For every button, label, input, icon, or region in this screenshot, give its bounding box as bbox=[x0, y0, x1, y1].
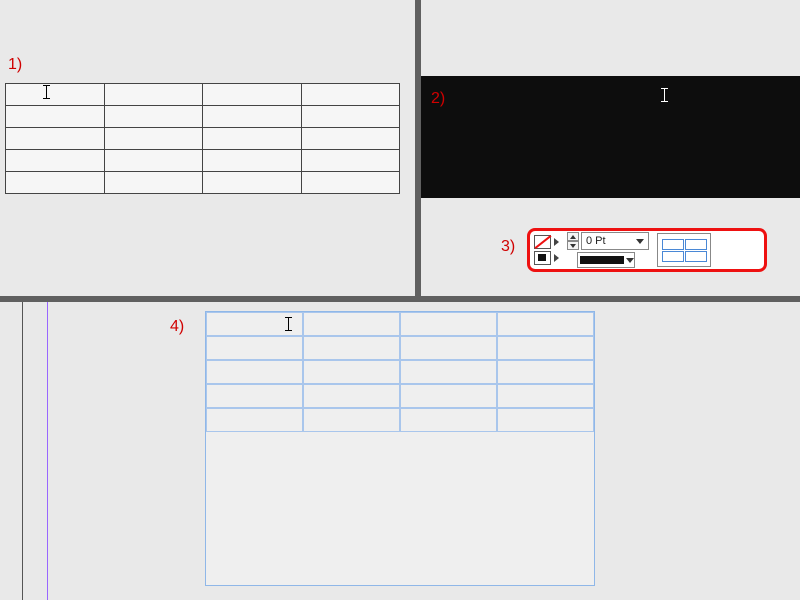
table-cell[interactable] bbox=[303, 336, 400, 360]
table-cell[interactable] bbox=[104, 84, 203, 106]
chevron-down-icon bbox=[626, 258, 634, 263]
table-cell[interactable] bbox=[203, 128, 302, 150]
panel-top-right: 2) 3) 0 Pt bbox=[421, 0, 800, 296]
selected-table[interactable]: 2) bbox=[421, 76, 800, 198]
chevron-down-icon bbox=[636, 239, 644, 244]
table-cell[interactable] bbox=[206, 312, 303, 336]
table-cell[interactable] bbox=[301, 84, 400, 106]
table-row bbox=[206, 336, 594, 360]
table-cell[interactable] bbox=[206, 360, 303, 384]
table-cell[interactable] bbox=[6, 172, 105, 194]
border-selection-grid[interactable] bbox=[657, 233, 711, 267]
table-cell[interactable] bbox=[497, 360, 594, 384]
spin-down-button[interactable] bbox=[567, 241, 579, 250]
margin-guide bbox=[47, 302, 48, 600]
chevron-up-icon bbox=[570, 235, 576, 239]
table-cell[interactable] bbox=[104, 128, 203, 150]
border-cell[interactable] bbox=[685, 251, 707, 262]
table-row bbox=[206, 408, 594, 432]
result-table-frame[interactable] bbox=[205, 311, 595, 586]
table-cell[interactable] bbox=[303, 384, 400, 408]
step-label-1: 1) bbox=[8, 56, 22, 74]
table-cell[interactable] bbox=[301, 172, 400, 194]
fill-stroke-swatches bbox=[534, 235, 559, 265]
table-cell[interactable] bbox=[301, 150, 400, 172]
table-cell[interactable] bbox=[400, 336, 497, 360]
border-cell[interactable] bbox=[662, 251, 684, 262]
result-table-rows bbox=[206, 312, 594, 432]
step-label-3: 3) bbox=[501, 238, 515, 256]
table-cell[interactable] bbox=[203, 150, 302, 172]
table-cell[interactable] bbox=[303, 360, 400, 384]
weight-spinner bbox=[567, 232, 579, 250]
table-row bbox=[206, 384, 594, 408]
text-cursor-icon bbox=[661, 88, 669, 102]
panel-top-left: 1) bbox=[0, 0, 415, 296]
fill-none-swatch[interactable] bbox=[534, 235, 551, 249]
table-cell[interactable] bbox=[301, 106, 400, 128]
vertical-divider bbox=[415, 0, 421, 296]
table-row bbox=[6, 128, 400, 150]
table-cell[interactable] bbox=[206, 408, 303, 432]
step-label-2: 2) bbox=[431, 90, 445, 108]
table-cell[interactable] bbox=[6, 150, 105, 172]
table-cell[interactable] bbox=[303, 312, 400, 336]
table-row bbox=[206, 312, 594, 336]
table-cell[interactable] bbox=[400, 312, 497, 336]
table-row bbox=[6, 150, 400, 172]
border-cell[interactable] bbox=[685, 239, 707, 250]
stroke-black-swatch[interactable] bbox=[534, 251, 551, 265]
panel-bottom: 4) bbox=[0, 302, 800, 600]
text-cursor-icon bbox=[285, 317, 293, 331]
table-cell[interactable] bbox=[203, 84, 302, 106]
border-cell[interactable] bbox=[662, 239, 684, 250]
table-cell[interactable] bbox=[400, 408, 497, 432]
toolbar-highlight: 0 Pt bbox=[527, 228, 767, 272]
table-cell[interactable] bbox=[6, 84, 105, 106]
table-cell[interactable] bbox=[206, 384, 303, 408]
table-cell[interactable] bbox=[303, 408, 400, 432]
page-edge-guide bbox=[22, 302, 23, 600]
table-row bbox=[6, 106, 400, 128]
chevron-right-icon[interactable] bbox=[554, 254, 559, 262]
table-row bbox=[6, 172, 400, 194]
table-cell[interactable] bbox=[206, 336, 303, 360]
table-cell[interactable] bbox=[497, 336, 594, 360]
table-cell[interactable] bbox=[203, 172, 302, 194]
table-cell[interactable] bbox=[497, 312, 594, 336]
table-cell[interactable] bbox=[301, 128, 400, 150]
chevron-down-icon bbox=[570, 244, 576, 248]
table-cell[interactable] bbox=[400, 384, 497, 408]
table-cell[interactable] bbox=[104, 150, 203, 172]
table-row bbox=[206, 360, 594, 384]
chevron-right-icon[interactable] bbox=[554, 238, 559, 246]
step-label-4: 4) bbox=[170, 318, 184, 336]
spin-up-button[interactable] bbox=[567, 232, 579, 241]
stroke-controls: 0 Pt bbox=[563, 232, 649, 268]
table-cell[interactable] bbox=[497, 384, 594, 408]
stroke-style-dropdown[interactable] bbox=[577, 252, 635, 268]
table-cell[interactable] bbox=[400, 360, 497, 384]
text-cursor-icon bbox=[43, 85, 51, 99]
empty-table-grid[interactable] bbox=[5, 83, 400, 194]
table-cell[interactable] bbox=[203, 106, 302, 128]
table-cell[interactable] bbox=[104, 106, 203, 128]
stroke-weight-value: 0 Pt bbox=[586, 235, 606, 247]
table-cell[interactable] bbox=[104, 172, 203, 194]
table-cell[interactable] bbox=[6, 106, 105, 128]
stroke-preview-icon bbox=[580, 256, 624, 264]
table-row bbox=[6, 84, 400, 106]
stroke-weight-field[interactable]: 0 Pt bbox=[581, 232, 649, 250]
table-cell[interactable] bbox=[497, 408, 594, 432]
table-cell[interactable] bbox=[6, 128, 105, 150]
